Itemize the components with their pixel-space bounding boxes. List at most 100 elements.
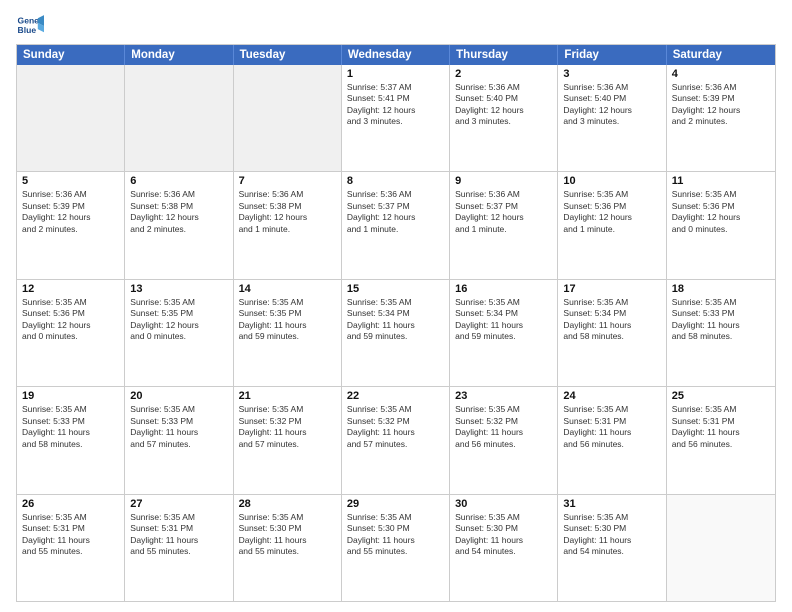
day-info: Sunrise: 5:36 AM Sunset: 5:38 PM Dayligh… xyxy=(130,189,227,235)
day-number: 1 xyxy=(347,68,444,80)
calendar-row-4: 26 Sunrise: 5:35 AM Sunset: 5:31 PM Dayli… xyxy=(17,494,775,601)
day-cell-8: 8 Sunrise: 5:36 AM Sunset: 5:37 PM Daylig… xyxy=(342,172,450,278)
calendar-row-0: 1 Sunrise: 5:37 AM Sunset: 5:41 PM Daylig… xyxy=(17,65,775,171)
day-number: 29 xyxy=(347,498,444,510)
day-info: Sunrise: 5:35 AM Sunset: 5:31 PM Dayligh… xyxy=(22,512,119,558)
header-day-monday: Monday xyxy=(125,45,233,65)
calendar-row-3: 19 Sunrise: 5:35 AM Sunset: 5:33 PM Dayli… xyxy=(17,386,775,493)
header-day-tuesday: Tuesday xyxy=(234,45,342,65)
day-cell-3: 3 Sunrise: 5:36 AM Sunset: 5:40 PM Daylig… xyxy=(558,65,666,171)
day-number: 10 xyxy=(563,175,660,187)
day-number: 15 xyxy=(347,283,444,295)
day-info: Sunrise: 5:35 AM Sunset: 5:30 PM Dayligh… xyxy=(455,512,552,558)
day-info: Sunrise: 5:36 AM Sunset: 5:39 PM Dayligh… xyxy=(22,189,119,235)
day-number: 9 xyxy=(455,175,552,187)
day-cell-31: 31 Sunrise: 5:35 AM Sunset: 5:30 PM Dayli… xyxy=(558,495,666,601)
day-number: 8 xyxy=(347,175,444,187)
day-info: Sunrise: 5:35 AM Sunset: 5:34 PM Dayligh… xyxy=(563,297,660,343)
day-info: Sunrise: 5:35 AM Sunset: 5:30 PM Dayligh… xyxy=(347,512,444,558)
day-cell-28: 28 Sunrise: 5:35 AM Sunset: 5:30 PM Dayli… xyxy=(234,495,342,601)
day-info: Sunrise: 5:35 AM Sunset: 5:34 PM Dayligh… xyxy=(347,297,444,343)
logo: General Blue xyxy=(16,12,44,40)
day-cell-25: 25 Sunrise: 5:35 AM Sunset: 5:31 PM Dayli… xyxy=(667,387,775,493)
day-cell-6: 6Sunrise: 5:36 AM Sunset: 5:38 PM Daylig… xyxy=(125,172,233,278)
day-number: 27 xyxy=(130,498,227,510)
day-info: Sunrise: 5:35 AM Sunset: 5:35 PM Dayligh… xyxy=(130,297,227,343)
day-cell-22: 22 Sunrise: 5:35 AM Sunset: 5:32 PM Dayli… xyxy=(342,387,450,493)
day-number: 7 xyxy=(239,175,336,187)
day-number: 24 xyxy=(563,390,660,402)
day-number: 17 xyxy=(563,283,660,295)
day-number: 19 xyxy=(22,390,119,402)
day-info: Sunrise: 5:35 AM Sunset: 5:32 PM Dayligh… xyxy=(347,404,444,450)
day-cell-26: 26 Sunrise: 5:35 AM Sunset: 5:31 PM Dayli… xyxy=(17,495,125,601)
calendar-row-2: 12 Sunrise: 5:35 AM Sunset: 5:36 PM Dayli… xyxy=(17,279,775,386)
calendar-body: 1 Sunrise: 5:37 AM Sunset: 5:41 PM Daylig… xyxy=(17,65,775,601)
day-cell-13: 13Sunrise: 5:35 AM Sunset: 5:35 PM Dayli… xyxy=(125,280,233,386)
day-info: Sunrise: 5:35 AM Sunset: 5:32 PM Dayligh… xyxy=(455,404,552,450)
day-info: Sunrise: 5:35 AM Sunset: 5:31 PM Dayligh… xyxy=(563,404,660,450)
header-day-sunday: Sunday xyxy=(17,45,125,65)
day-cell-18: 18 Sunrise: 5:35 AM Sunset: 5:33 PM Dayli… xyxy=(667,280,775,386)
day-info: Sunrise: 5:35 AM Sunset: 5:31 PM Dayligh… xyxy=(672,404,770,450)
day-info: Sunrise: 5:35 AM Sunset: 5:35 PM Dayligh… xyxy=(239,297,336,343)
day-cell-14: 14 Sunrise: 5:35 AM Sunset: 5:35 PM Dayli… xyxy=(234,280,342,386)
empty-cell xyxy=(234,65,342,171)
day-number: 5 xyxy=(22,175,119,187)
day-info: Sunrise: 5:35 AM Sunset: 5:31 PM Dayligh… xyxy=(130,512,227,558)
day-info: Sunrise: 5:35 AM Sunset: 5:32 PM Dayligh… xyxy=(239,404,336,450)
day-number: 22 xyxy=(347,390,444,402)
empty-cell xyxy=(17,65,125,171)
day-info: Sunrise: 5:35 AM Sunset: 5:34 PM Dayligh… xyxy=(455,297,552,343)
day-info: Sunrise: 5:36 AM Sunset: 5:38 PM Dayligh… xyxy=(239,189,336,235)
day-number: 26 xyxy=(22,498,119,510)
day-number: 31 xyxy=(563,498,660,510)
day-number: 12 xyxy=(22,283,119,295)
header-day-wednesday: Wednesday xyxy=(342,45,450,65)
day-number: 25 xyxy=(672,390,770,402)
header-day-saturday: Saturday xyxy=(667,45,775,65)
day-cell-9: 9 Sunrise: 5:36 AM Sunset: 5:37 PM Daylig… xyxy=(450,172,558,278)
day-info: Sunrise: 5:36 AM Sunset: 5:40 PM Dayligh… xyxy=(563,82,660,128)
calendar: SundayMondayTuesdayWednesdayThursdayFrid… xyxy=(16,44,776,602)
day-cell-17: 17 Sunrise: 5:35 AM Sunset: 5:34 PM Dayli… xyxy=(558,280,666,386)
day-info: Sunrise: 5:35 AM Sunset: 5:33 PM Dayligh… xyxy=(672,297,770,343)
day-number: 4 xyxy=(672,68,770,80)
day-cell-4: 4 Sunrise: 5:36 AM Sunset: 5:39 PM Daylig… xyxy=(667,65,775,171)
day-number: 28 xyxy=(239,498,336,510)
day-info: Sunrise: 5:36 AM Sunset: 5:37 PM Dayligh… xyxy=(347,189,444,235)
day-cell-30: 30 Sunrise: 5:35 AM Sunset: 5:30 PM Dayli… xyxy=(450,495,558,601)
svg-text:Blue: Blue xyxy=(18,25,37,35)
day-info: Sunrise: 5:35 AM Sunset: 5:33 PM Dayligh… xyxy=(22,404,119,450)
day-cell-7: 7 Sunrise: 5:36 AM Sunset: 5:38 PM Daylig… xyxy=(234,172,342,278)
day-number: 14 xyxy=(239,283,336,295)
logo-icon: General Blue xyxy=(16,12,44,40)
day-cell-12: 12 Sunrise: 5:35 AM Sunset: 5:36 PM Dayli… xyxy=(17,280,125,386)
day-info: Sunrise: 5:35 AM Sunset: 5:36 PM Dayligh… xyxy=(22,297,119,343)
day-number: 30 xyxy=(455,498,552,510)
day-cell-5: 5 Sunrise: 5:36 AM Sunset: 5:39 PM Daylig… xyxy=(17,172,125,278)
empty-cell xyxy=(667,495,775,601)
day-info: Sunrise: 5:35 AM Sunset: 5:30 PM Dayligh… xyxy=(563,512,660,558)
day-number: 3 xyxy=(563,68,660,80)
day-info: Sunrise: 5:35 AM Sunset: 5:36 PM Dayligh… xyxy=(672,189,770,235)
day-number: 23 xyxy=(455,390,552,402)
day-cell-20: 20Sunrise: 5:35 AM Sunset: 5:33 PM Dayli… xyxy=(125,387,233,493)
empty-cell xyxy=(125,65,233,171)
header-day-thursday: Thursday xyxy=(450,45,558,65)
calendar-row-1: 5 Sunrise: 5:36 AM Sunset: 5:39 PM Daylig… xyxy=(17,171,775,278)
day-info: Sunrise: 5:36 AM Sunset: 5:39 PM Dayligh… xyxy=(672,82,770,128)
day-cell-11: 11Sunrise: 5:35 AM Sunset: 5:36 PM Dayli… xyxy=(667,172,775,278)
day-info: Sunrise: 5:36 AM Sunset: 5:37 PM Dayligh… xyxy=(455,189,552,235)
calendar-header: SundayMondayTuesdayWednesdayThursdayFrid… xyxy=(17,45,775,65)
page: General Blue SundayMondayTuesdayWednesda… xyxy=(0,0,792,612)
day-info: Sunrise: 5:37 AM Sunset: 5:41 PM Dayligh… xyxy=(347,82,444,128)
day-cell-24: 24 Sunrise: 5:35 AM Sunset: 5:31 PM Dayli… xyxy=(558,387,666,493)
day-cell-27: 27 Sunrise: 5:35 AM Sunset: 5:31 PM Dayli… xyxy=(125,495,233,601)
day-cell-19: 19 Sunrise: 5:35 AM Sunset: 5:33 PM Dayli… xyxy=(17,387,125,493)
day-info: Sunrise: 5:35 AM Sunset: 5:33 PM Dayligh… xyxy=(130,404,227,450)
day-number: 18 xyxy=(672,283,770,295)
day-cell-29: 29 Sunrise: 5:35 AM Sunset: 5:30 PM Dayli… xyxy=(342,495,450,601)
day-info: Sunrise: 5:35 AM Sunset: 5:30 PM Dayligh… xyxy=(239,512,336,558)
header-day-friday: Friday xyxy=(558,45,666,65)
